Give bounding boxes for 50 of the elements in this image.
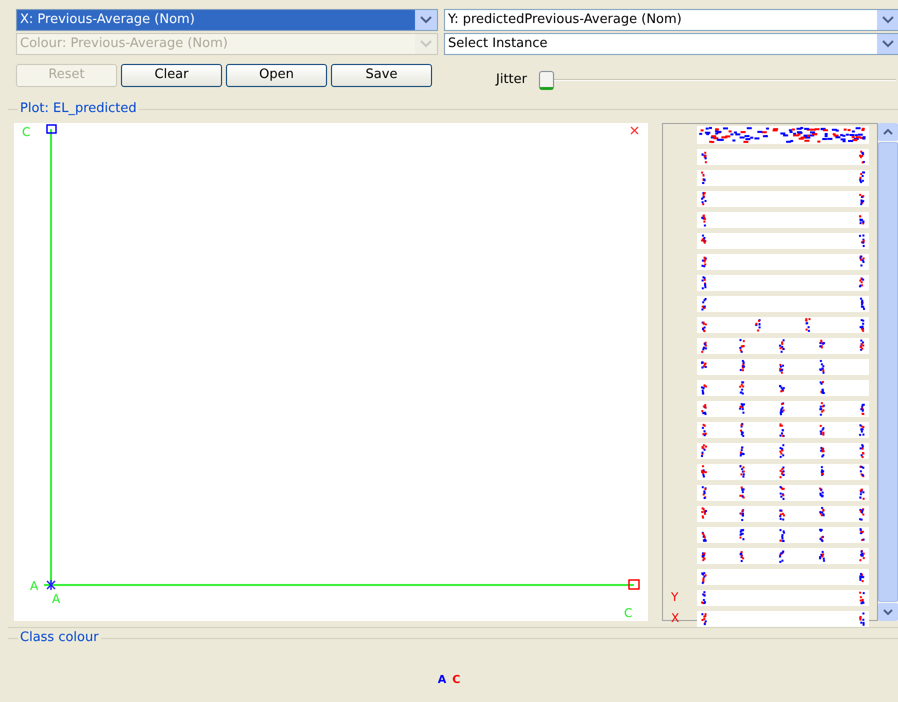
slider-thumb[interactable] <box>538 71 554 90</box>
caret-icon <box>883 609 893 615</box>
square-marker-icon <box>46 124 57 134</box>
dropdown-value: Colour: Previous-Average (Nom) <box>19 35 229 54</box>
attribute-strip-drawing[interactable] <box>697 506 869 522</box>
asterisk-marker-icon <box>46 580 56 590</box>
attribute-strip-drawing[interactable] <box>697 464 869 480</box>
axis-label: C <box>624 607 632 619</box>
axis-label: C <box>22 126 30 138</box>
toolbar-button[interactable]: Save <box>331 64 432 86</box>
jitter-label: Jitter <box>496 71 527 90</box>
axis-label: A <box>52 593 60 605</box>
axis-marker: X <box>671 612 680 624</box>
caret-up-icon <box>883 129 893 135</box>
attribute-strip-drawing[interactable] <box>697 548 869 564</box>
scroll-up-button[interactable] <box>878 123 898 141</box>
attribute-strip-drawing[interactable] <box>697 380 869 396</box>
attribute-strip-drawing[interactable] <box>697 401 869 417</box>
attribute-strip-drawing[interactable] <box>697 317 869 333</box>
dropdown[interactable]: Y: predictedPrevious-Average (Nom) <box>444 9 898 31</box>
attribute-strip-drawing[interactable] <box>697 359 869 375</box>
dropdown[interactable]: Select Instance <box>444 33 898 55</box>
dropdown-arrow-button[interactable] <box>877 10 898 30</box>
caret-icon <box>420 40 432 48</box>
dropdown-arrow-button[interactable] <box>877 34 898 54</box>
attribute-strip-drawing[interactable] <box>697 126 869 144</box>
square-marker-icon <box>628 579 640 590</box>
caret-icon <box>420 16 432 24</box>
dropdown-value: Y: predictedPrevious-Average (Nom) <box>447 11 683 30</box>
toolbar-button[interactable]: Clear <box>121 64 222 86</box>
attribute-strip-drawing[interactable] <box>697 443 869 459</box>
jitter-slider[interactable] <box>538 70 898 90</box>
dropdown-value: Select Instance <box>447 35 549 54</box>
attribute-strip-drawing[interactable] <box>697 527 869 543</box>
caret-icon <box>882 16 894 24</box>
plot-title: Plot: EL_predicted <box>19 100 138 118</box>
attribute-strip-drawing[interactable] <box>697 338 869 354</box>
attribute-strip-drawing[interactable] <box>697 611 869 627</box>
class-colour-title: Class colour <box>19 629 100 648</box>
caret-icon <box>882 40 894 48</box>
class-legend-label: C <box>452 672 460 688</box>
toolbar-button[interactable]: Open <box>226 64 327 86</box>
class-legend-label: A <box>438 672 446 688</box>
attribute-strip-drawing[interactable] <box>697 422 869 438</box>
axis-label: A <box>30 580 38 592</box>
cross-marker-icon <box>630 126 638 134</box>
axis-marker: Y <box>671 591 678 603</box>
scroll-down-button[interactable] <box>878 603 898 621</box>
dropdown-arrow-button[interactable] <box>415 10 437 30</box>
attribute-strip-drawing[interactable] <box>697 485 869 501</box>
